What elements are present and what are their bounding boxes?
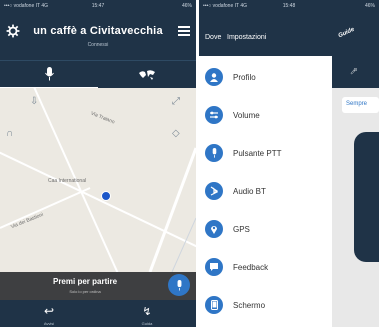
chat-icon — [205, 258, 223, 276]
start-label: Premi per partire — [52, 277, 118, 286]
clock: 15:48 — [282, 3, 296, 9]
drawer-item-volume[interactable]: Volume — [199, 97, 332, 133]
expand-icon[interactable]: ⤢ — [172, 96, 180, 107]
menu-icon[interactable] — [178, 26, 190, 36]
mic-icon — [205, 144, 223, 162]
drawer-item-profile[interactable]: Profilo — [199, 59, 332, 95]
bottom-nav-label: Avvisi — [43, 321, 55, 326]
left-phone-screen: •••○ vodafone IT 4G 15:47 46% un caffè a… — [0, 0, 196, 327]
start-sublabel: Solo io per ordina — [69, 289, 101, 294]
drawer-item-label: GPS — [233, 224, 250, 234]
brand-logo: Guide — [337, 26, 356, 40]
drawer-item-label: Audio BT — [233, 186, 266, 196]
status-bar: •••○ vodafone IT 4G 15:47 46% — [0, 0, 196, 12]
start-bar[interactable]: Premi per partire Solo io per ordina — [0, 272, 196, 300]
background-card: Sempre — [342, 97, 379, 113]
drawer-item-label: Volume — [233, 110, 260, 120]
user-icon — [205, 68, 223, 86]
drawer-item-ptt[interactable]: Pulsante PTT — [199, 135, 332, 171]
drawer-header-title: Impostazioni — [227, 34, 267, 41]
tab-map[interactable] — [98, 61, 196, 89]
bottom-nav-alerts[interactable]: ↩ Avvisi — [0, 302, 98, 326]
background-app-view: Guide 🎤︎ Sempre — [332, 12, 379, 327]
route-icon: ↯ — [142, 306, 152, 318]
tab-microphone[interactable] — [0, 61, 98, 89]
mic-button[interactable] — [168, 274, 190, 296]
battery-label: 46% — [364, 3, 375, 9]
bottom-nav-label: Guida — [141, 321, 153, 326]
status-bar: •••○ vodafone IT 4G 15:48 46% — [199, 0, 379, 12]
headphones-icon: ∩ — [6, 128, 14, 139]
mic-icon — [44, 67, 54, 81]
drawer-header-left[interactable]: Dove — [205, 34, 221, 41]
battery-label: 46% — [181, 3, 192, 9]
world-map-icon — [139, 70, 155, 80]
page-subtitle: Connessi — [87, 42, 109, 48]
place-label: Caa International — [48, 178, 87, 184]
bottom-nav-guide[interactable]: ↯ Guida — [98, 302, 196, 326]
right-phone-screen: •••○ vodafone IT 4G 15:48 46% Dove Impos… — [199, 0, 379, 327]
drawer-item-screen[interactable]: Schermo — [199, 287, 332, 323]
settings-drawer: Profilo Volume Pulsante PTT Audio BT GPS — [199, 56, 332, 327]
phone-screen-icon — [205, 296, 223, 314]
card-label: Sempre — [346, 101, 368, 107]
mic-icon: 🎤︎ — [350, 69, 358, 75]
drawer-header: Dove Impostazioni — [199, 12, 332, 56]
bluetooth-audio-icon — [205, 182, 223, 200]
return-arrow-icon: ↩ — [43, 304, 55, 318]
drawer-item-audio-bt[interactable]: Audio BT — [199, 173, 332, 209]
drawer-item-label: Pulsante PTT — [233, 148, 282, 158]
location-pin-icon — [205, 220, 223, 238]
tag-icon: ◇ — [172, 128, 180, 139]
current-location-marker — [101, 191, 111, 201]
map-view[interactable]: ⇩ ⤢ ∩ ◇ Via Traiano Via dei Bastioni Caa… — [0, 88, 196, 272]
background-shape — [354, 132, 379, 262]
drawer-item-gps[interactable]: GPS — [199, 211, 332, 247]
drawer-item-label: Schermo — [233, 300, 266, 310]
drawer-item-label: Feedback — [233, 262, 269, 272]
clock: 15:47 — [91, 3, 105, 9]
page-title: un caffè a Civitavecchia — [33, 25, 163, 37]
app-header: un caffè a Civitavecchia Connessi — [0, 12, 196, 60]
drawer-item-feedback[interactable]: Feedback — [199, 249, 332, 285]
mic-icon — [177, 279, 181, 291]
pin-icon: ⇩ — [30, 96, 39, 107]
drawer-item-label: Profilo — [233, 72, 256, 82]
tab-bar — [0, 60, 196, 89]
sliders-icon — [205, 106, 223, 124]
bottom-nav: ↩ Avvisi ↯ Guida — [0, 300, 196, 327]
